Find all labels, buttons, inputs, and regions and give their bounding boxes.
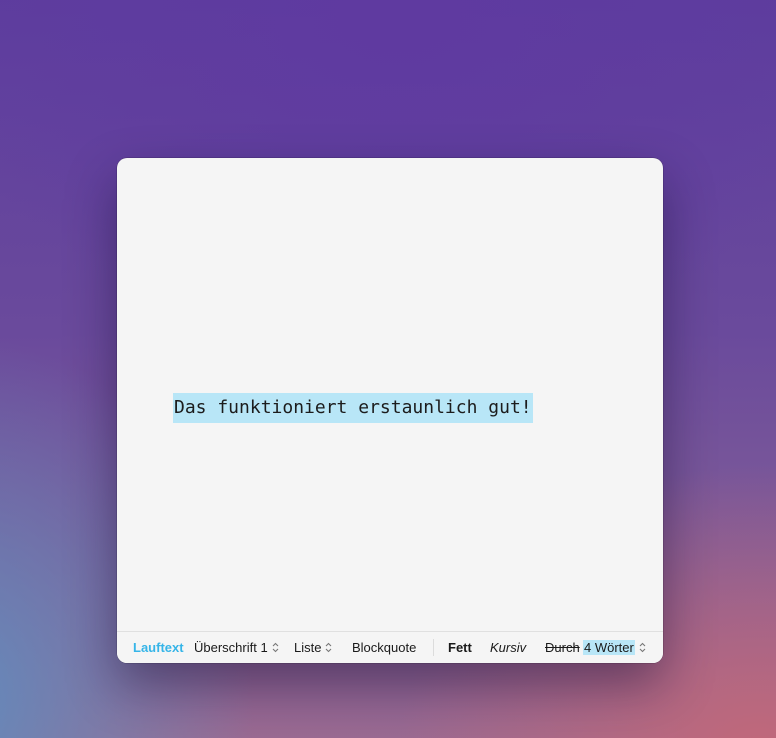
paragraph-style-button[interactable]: Lauftext: [133, 632, 184, 663]
list-dropdown[interactable]: Liste: [294, 632, 332, 663]
strikethrough-button[interactable]: Durch: [545, 632, 580, 663]
editor-window: Das funktioniert erstaunlich gut! Laufte…: [117, 158, 663, 663]
chevron-updown-icon: [639, 642, 646, 653]
word-count-label: 4 Wörter: [583, 640, 635, 655]
formatting-toolbar: Lauftext Überschrift 1 Liste Blockquote …: [117, 631, 663, 663]
toolbar-divider: [433, 639, 434, 656]
text-editor[interactable]: Das funktioniert erstaunlich gut!: [117, 158, 663, 632]
word-count-dropdown[interactable]: 4 Wörter: [583, 632, 646, 663]
bold-button[interactable]: Fett: [448, 632, 472, 663]
chevron-updown-icon: [326, 642, 332, 653]
italic-button[interactable]: Kursiv: [490, 632, 526, 663]
editor-paragraph[interactable]: Das funktioniert erstaunlich gut!: [173, 393, 533, 423]
blockquote-button[interactable]: Blockquote: [352, 632, 416, 663]
heading-dropdown[interactable]: Überschrift 1: [194, 632, 279, 663]
heading-label: Überschrift 1: [194, 640, 268, 655]
selected-text[interactable]: Das funktioniert erstaunlich gut!: [173, 393, 533, 423]
chevron-updown-icon: [272, 642, 279, 653]
list-label: Liste: [294, 640, 322, 655]
